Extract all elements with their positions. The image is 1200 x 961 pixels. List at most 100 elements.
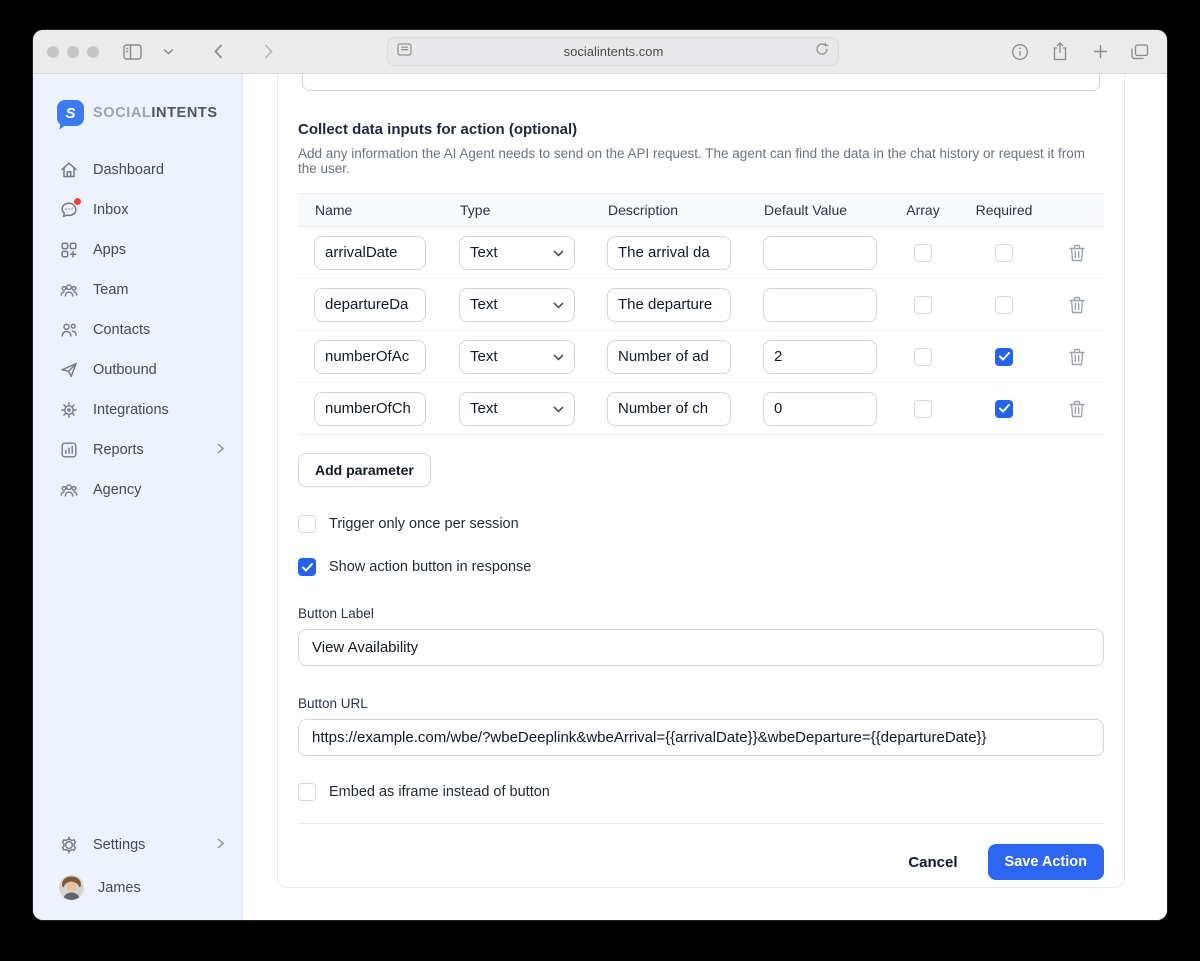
sidebar-item-inbox[interactable]: Inbox	[33, 190, 242, 230]
logo-text: SOCIALINTENTS	[93, 105, 218, 121]
param-description-input[interactable]	[607, 392, 731, 426]
add-parameter-button[interactable]: Add parameter	[298, 453, 431, 487]
sidebar-item-settings[interactable]: Settings	[33, 825, 242, 865]
sidebar-item-dashboard[interactable]: Dashboard	[33, 150, 242, 190]
param-default-input[interactable]	[763, 288, 877, 322]
delete-row-button[interactable]	[1069, 244, 1085, 262]
required-checkbox[interactable]	[995, 400, 1013, 418]
delete-row-button[interactable]	[1069, 296, 1085, 314]
param-type-select[interactable]: Text	[459, 340, 575, 374]
browser-window: socialintents.com S SOCIAL	[33, 30, 1167, 920]
param-name-input[interactable]	[314, 236, 426, 270]
back-icon[interactable]	[205, 40, 231, 64]
checkbox-label: Embed as iframe instead of button	[329, 784, 550, 800]
checkbox-label: Show action button in response	[329, 559, 531, 575]
sidebar-item-team[interactable]: Team	[33, 270, 242, 310]
table-header-row: Name Type Description Default Value Arra…	[298, 193, 1104, 227]
param-default-input[interactable]	[763, 392, 877, 426]
apps-icon	[59, 240, 79, 260]
button-label-field-label: Button Label	[298, 606, 1104, 621]
sidebar-item-apps[interactable]: Apps	[33, 230, 242, 270]
cancel-button[interactable]: Cancel	[908, 854, 957, 871]
param-type-select[interactable]: Text	[459, 392, 575, 426]
paper-plane-icon	[59, 360, 79, 380]
close-window-button[interactable]	[47, 46, 59, 58]
sidebar-toggle-icon[interactable]	[119, 40, 145, 64]
browser-toolbar: socialintents.com	[33, 30, 1167, 74]
chevron-right-icon	[217, 837, 224, 853]
param-default-input[interactable]	[763, 340, 877, 374]
reader-icon[interactable]	[397, 43, 412, 61]
logo-icon: S	[57, 100, 84, 126]
delete-row-button[interactable]	[1069, 400, 1085, 418]
address-bar[interactable]: socialintents.com	[387, 37, 839, 66]
reload-icon[interactable]	[815, 42, 829, 61]
array-checkbox[interactable]	[914, 296, 932, 314]
sidebar: S SOCIALINTENTS Dashboard Inbox	[33, 74, 243, 920]
toolbar-chevron-down-icon[interactable]	[155, 40, 181, 64]
param-type-select[interactable]: Text	[459, 236, 575, 270]
sidebar-item-label: Team	[93, 282, 128, 298]
param-description-input[interactable]	[607, 288, 731, 322]
save-action-button[interactable]: Save Action	[988, 844, 1104, 880]
required-checkbox[interactable]	[995, 348, 1013, 366]
required-checkbox[interactable]	[995, 296, 1013, 314]
sidebar-item-label: Integrations	[93, 402, 169, 418]
chevron-down-icon	[553, 348, 564, 365]
param-name-input[interactable]	[314, 392, 426, 426]
chevron-down-icon	[553, 244, 564, 261]
sidebar-item-label: Apps	[93, 242, 126, 258]
delete-row-button[interactable]	[1069, 348, 1085, 366]
param-name-input[interactable]	[314, 288, 426, 322]
sidebar-item-contacts[interactable]: Contacts	[33, 310, 242, 350]
chevron-down-icon	[553, 400, 564, 417]
sidebar-item-integrations[interactable]: Integrations	[33, 390, 242, 430]
sidebar-item-agency[interactable]: Agency	[33, 470, 242, 510]
share-icon[interactable]	[1047, 40, 1073, 64]
form-footer: Cancel Save Action	[298, 823, 1104, 880]
column-header: Type	[443, 202, 591, 218]
info-icon[interactable]	[1007, 40, 1033, 64]
sidebar-item-label: Outbound	[93, 362, 157, 378]
trigger-once-checkbox[interactable]	[298, 515, 316, 533]
tab-overview-icon[interactable]	[1127, 40, 1153, 64]
column-header: Required	[959, 202, 1049, 218]
required-checkbox[interactable]	[995, 244, 1013, 262]
show-action-button-option: Show action button in response	[298, 558, 1104, 576]
param-name-input[interactable]	[314, 340, 426, 374]
chat-icon	[59, 200, 79, 220]
param-default-input[interactable]	[763, 236, 877, 270]
param-description-input[interactable]	[607, 236, 731, 270]
action-form-card: Collect data inputs for action (optional…	[277, 74, 1125, 888]
zoom-window-button[interactable]	[87, 46, 99, 58]
array-checkbox[interactable]	[914, 244, 932, 262]
button-url-input[interactable]	[298, 719, 1104, 756]
button-label-input[interactable]	[298, 629, 1104, 666]
logo[interactable]: S SOCIALINTENTS	[33, 74, 242, 144]
array-checkbox[interactable]	[914, 348, 932, 366]
column-header: Name	[298, 202, 443, 218]
embed-iframe-checkbox[interactable]	[298, 783, 316, 801]
new-tab-icon[interactable]	[1087, 40, 1113, 64]
array-checkbox[interactable]	[914, 400, 932, 418]
table-row: Text	[298, 279, 1104, 331]
sidebar-item-reports[interactable]: Reports	[33, 430, 242, 470]
show-action-button-checkbox[interactable]	[298, 558, 316, 576]
table-row: Text	[298, 331, 1104, 383]
param-type-select[interactable]: Text	[459, 288, 575, 322]
agency-icon	[59, 480, 79, 500]
minimize-window-button[interactable]	[67, 46, 79, 58]
sidebar-item-outbound[interactable]: Outbound	[33, 350, 242, 390]
chevron-down-icon	[553, 296, 564, 313]
sidebar-item-label: Settings	[93, 837, 145, 853]
param-description-input[interactable]	[607, 340, 731, 374]
forward-icon[interactable]	[255, 40, 281, 64]
button-url-field-label: Button URL	[298, 696, 1104, 711]
section-description: Add any information the AI Agent needs t…	[298, 146, 1104, 176]
cutoff-input[interactable]	[302, 74, 1100, 91]
sidebar-user[interactable]: James	[33, 865, 242, 910]
parameters-table: Name Type Description Default Value Arra…	[298, 193, 1104, 435]
cog-icon	[59, 400, 79, 420]
user-name: James	[98, 880, 141, 896]
checkbox-label: Trigger only once per session	[329, 516, 519, 532]
